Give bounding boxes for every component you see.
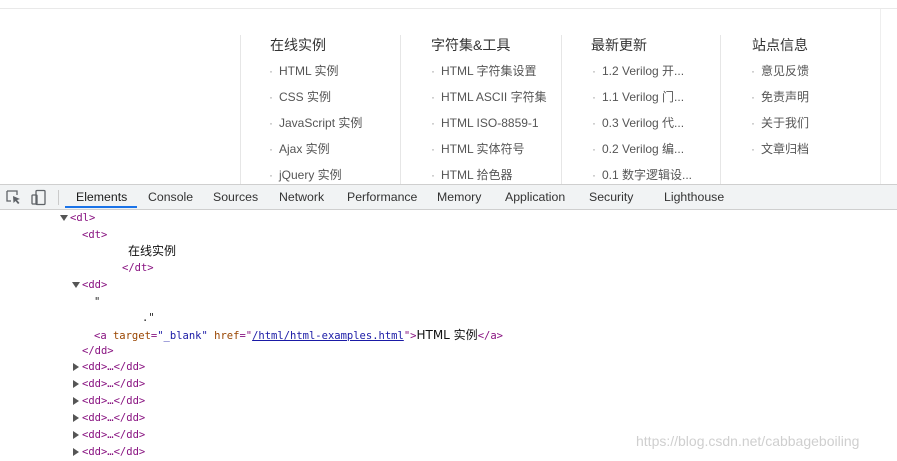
- column-title: 字符集&工具: [431, 37, 511, 53]
- elements-dom-tree: <dl> <dt> 在线实例 </dt> <dd> " ." <a target…: [0, 210, 897, 461]
- footer-link[interactable]: · 0.2 Verilog 编...: [592, 141, 692, 167]
- tab-network[interactable]: Network: [279, 185, 324, 210]
- website-preview: 在线实例 · HTML 实例 · CSS 实例 · JavaScript 实例 · Aj…: [0, 0, 897, 184]
- dom-text-node[interactable]: .": [142, 310, 155, 327]
- tab-security[interactable]: Security: [589, 185, 633, 210]
- dom-node-dd-collapsed[interactable]: <dd>…</dd>: [82, 359, 145, 376]
- footer-link[interactable]: · HTML 实例: [269, 63, 362, 89]
- column-title: 站点信息: [752, 37, 808, 53]
- collapse-triangle-icon[interactable]: [73, 431, 79, 439]
- footer-link[interactable]: · JavaScript 实例: [269, 115, 362, 141]
- collapse-triangle-icon[interactable]: [73, 414, 79, 422]
- collapse-triangle-icon[interactable]: [73, 380, 79, 388]
- active-tab-indicator: [65, 206, 137, 208]
- inspect-element-icon[interactable]: [5, 189, 23, 206]
- footer-link[interactable]: · 免责声明: [751, 89, 809, 115]
- dom-node-dt[interactable]: <dt>: [82, 227, 107, 244]
- footer-link[interactable]: · jQuery 实例: [269, 167, 362, 184]
- column-title: 在线实例: [270, 37, 326, 53]
- dom-node-dd-collapsed[interactable]: <dd>…</dd>: [82, 376, 145, 393]
- footer-link[interactable]: · HTML 拾色器: [431, 167, 547, 184]
- footer-column-site-info: 站点信息 · 意见反馈 · 免责声明 · 关于我们 · 文章归档: [720, 35, 881, 184]
- footer-link[interactable]: · CSS 实例: [269, 89, 362, 115]
- footer-column-latest-updates: 最新更新 · 1.2 Verilog 开... · 1.1 Verilog 门...…: [561, 35, 722, 184]
- column-links: · HTML 实例 · CSS 实例 · JavaScript 实例 · Ajax 实例…: [269, 63, 362, 184]
- footer-link[interactable]: · HTML 实体符号: [431, 141, 547, 167]
- column-links: · 1.2 Verilog 开... · 1.1 Verilog 门... · 0.3…: [592, 63, 692, 184]
- footer-link[interactable]: · 1.2 Verilog 开...: [592, 63, 692, 89]
- footer-link[interactable]: · Ajax 实例: [269, 141, 362, 167]
- column-links: · 意见反馈 · 免责声明 · 关于我们 · 文章归档: [751, 63, 809, 167]
- dom-node-dd-collapsed[interactable]: <dd>…</dd>: [82, 427, 145, 444]
- tab-lighthouse[interactable]: Lighthouse: [664, 185, 724, 210]
- device-toolbar-icon[interactable]: [30, 189, 48, 206]
- footer-link[interactable]: · HTML ASCII 字符集: [431, 89, 547, 115]
- tab-application[interactable]: Application: [505, 185, 565, 210]
- footer-column-charset-tools: 字符集&工具 · HTML 字符集设置 · HTML ASCII 字符集 · HTML…: [400, 35, 561, 184]
- href-link[interactable]: /html/html-examples.html: [252, 330, 404, 342]
- collapse-triangle-icon[interactable]: [73, 397, 79, 405]
- expand-triangle-icon[interactable]: [60, 215, 68, 221]
- dom-node-dl[interactable]: <dl>: [70, 210, 95, 227]
- footer-link[interactable]: · 意见反馈: [751, 63, 809, 89]
- dom-node-dd-collapsed[interactable]: <dd>…</dd>: [82, 410, 145, 427]
- collapse-triangle-icon[interactable]: [73, 448, 79, 456]
- footer-link[interactable]: · HTML 字符集设置: [431, 63, 547, 89]
- footer-link[interactable]: · 0.3 Verilog 代...: [592, 115, 692, 141]
- toolbar-divider: [58, 190, 59, 205]
- expand-triangle-icon[interactable]: [72, 282, 80, 288]
- footer-link[interactable]: · HTML ISO-8859-1: [431, 115, 547, 141]
- tab-memory[interactable]: Memory: [437, 185, 481, 210]
- dom-node-dd-collapsed[interactable]: <dd>…</dd>: [82, 444, 145, 461]
- tab-sources[interactable]: Sources: [213, 185, 258, 210]
- watermark: https://blog.csdn.net/cabbageboiling: [636, 433, 860, 449]
- tab-performance[interactable]: Performance: [347, 185, 417, 210]
- divider: [0, 8, 897, 9]
- dom-closing-tag: </dd>: [82, 345, 114, 357]
- column-links: · HTML 字符集设置 · HTML ASCII 字符集 · HTML ISO-88…: [431, 63, 547, 184]
- dom-node-dd-collapsed[interactable]: <dd>…</dd>: [82, 393, 145, 410]
- footer-link[interactable]: · 0.1 数字逻辑设...: [592, 167, 692, 184]
- footer-link[interactable]: · 关于我们: [751, 115, 809, 141]
- collapse-triangle-icon[interactable]: [73, 363, 79, 371]
- dom-closing-tag: </dt>: [122, 262, 154, 274]
- footer-link[interactable]: · 文章归档: [751, 141, 809, 167]
- footer-column-online-examples: 在线实例 · HTML 实例 · CSS 实例 · JavaScript 实例 · Aj…: [240, 35, 401, 184]
- dom-node-dd[interactable]: <dd>: [82, 277, 107, 294]
- column-title: 最新更新: [591, 37, 647, 53]
- dom-text-node[interactable]: ": [94, 294, 100, 311]
- tab-console[interactable]: Console: [148, 185, 193, 210]
- dom-node-a[interactable]: <a target="_blank" href="/html/html-exam…: [94, 327, 503, 344]
- footer-link[interactable]: · 1.1 Verilog 门...: [592, 89, 692, 115]
- dom-text-node[interactable]: 在线实例: [128, 243, 176, 260]
